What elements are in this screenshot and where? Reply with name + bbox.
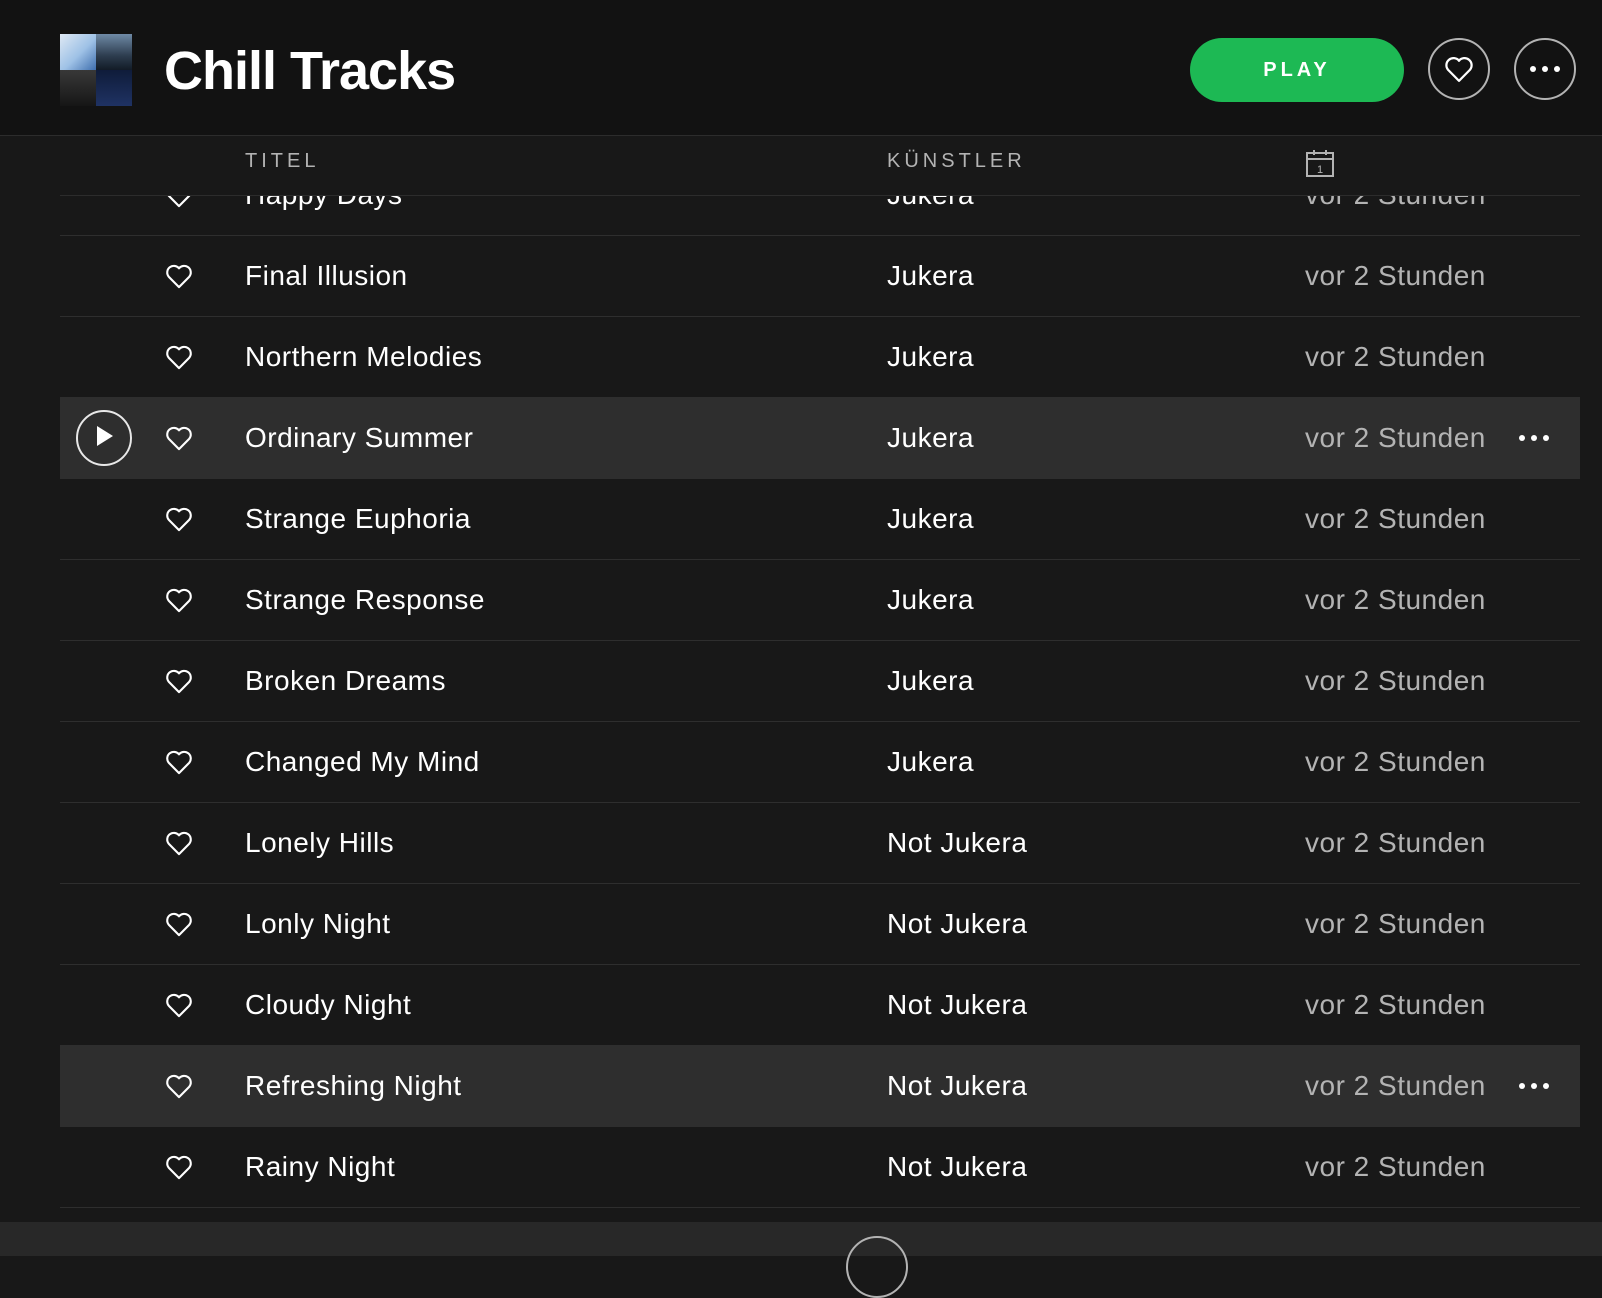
- track-added: vor 2 Stunden: [1305, 1151, 1486, 1182]
- track-row[interactable]: Cloudy Night Not Jukera vor 2 Stunden: [60, 965, 1580, 1046]
- track-more-button[interactable]: [1514, 424, 1554, 452]
- track-artist[interactable]: Jukera: [887, 341, 974, 373]
- track-row[interactable]: Final Illusion Jukera vor 2 Stunden: [60, 236, 1580, 317]
- more-options-button[interactable]: [1514, 38, 1576, 100]
- track-artist[interactable]: Not Jukera: [887, 989, 1027, 1021]
- track-more-button[interactable]: [1514, 1072, 1554, 1100]
- cover-tile: [60, 70, 96, 106]
- track-row[interactable]: Lonly Night Not Jukera vor 2 Stunden: [60, 884, 1580, 965]
- track-title: Strange Response: [245, 584, 485, 615]
- playlist-cover: [60, 34, 132, 106]
- track-title: Lonly Night: [245, 908, 391, 939]
- track-added: vor 2 Stunden: [1305, 665, 1486, 696]
- more-icon: [1517, 1077, 1551, 1095]
- heart-icon: [1445, 57, 1473, 82]
- track-title: Northern Melodies: [245, 341, 483, 372]
- track-title: Broken Dreams: [245, 665, 447, 696]
- track-added: vor 2 Stunden: [1305, 503, 1486, 534]
- track-added: vor 2 Stunden: [1305, 908, 1486, 939]
- heart-icon[interactable]: [165, 344, 193, 370]
- heart-icon[interactable]: [165, 425, 193, 451]
- cover-tile: [96, 70, 132, 106]
- track-added: vor 2 Stunden: [1305, 1070, 1486, 1101]
- heart-icon[interactable]: [165, 911, 193, 937]
- heart-icon[interactable]: [165, 830, 193, 856]
- heart-icon[interactable]: [165, 992, 193, 1018]
- track-title: Changed My Mind: [245, 746, 480, 777]
- column-header: TITEL KÜNSTLER 1: [60, 136, 1580, 196]
- playlist-title: Chill Tracks: [164, 41, 456, 101]
- track-artist[interactable]: Jukera: [887, 503, 974, 535]
- track-row[interactable]: Rainy Night Not Jukera vor 2 Stunden: [60, 1127, 1580, 1208]
- heart-icon[interactable]: [165, 749, 193, 775]
- more-icon: [1517, 429, 1551, 447]
- track-title: Ordinary Summer: [245, 422, 474, 453]
- track-title: Cloudy Night: [245, 989, 412, 1020]
- track-artist[interactable]: Jukera: [887, 260, 974, 292]
- cover-tile: [96, 34, 132, 70]
- play-button[interactable]: PLAY: [1190, 38, 1404, 102]
- track-row[interactable]: Changed My Mind Jukera vor 2 Stunden: [60, 722, 1580, 803]
- track-artist[interactable]: Not Jukera: [887, 1151, 1027, 1183]
- track-added: vor 2 Stunden: [1305, 584, 1486, 615]
- track-added: vor 2 Stunden: [1305, 422, 1486, 453]
- more-icon: [1530, 66, 1560, 72]
- track-artist[interactable]: Not Jukera: [887, 908, 1027, 940]
- heart-icon[interactable]: [165, 1073, 193, 1099]
- heart-icon[interactable]: [165, 668, 193, 694]
- track-artist[interactable]: Not Jukera: [887, 1070, 1027, 1102]
- column-title[interactable]: TITEL: [245, 150, 319, 173]
- track-row[interactable]: Refreshing Night Not Jukera vor 2 Stunden: [60, 1046, 1580, 1127]
- track-title: Strange Euphoria: [245, 503, 471, 534]
- track-title: Happy Days: [245, 196, 403, 211]
- track-artist[interactable]: Jukera: [887, 422, 974, 454]
- track-artist[interactable]: Jukera: [887, 196, 974, 211]
- track-artist[interactable]: Jukera: [887, 665, 974, 697]
- track-title: Refreshing Night: [245, 1070, 462, 1101]
- heart-icon[interactable]: [165, 1154, 193, 1180]
- track-row[interactable]: Strange Euphoria Jukera vor 2 Stunden: [60, 479, 1580, 560]
- track-title: Rainy Night: [245, 1151, 396, 1182]
- track-added: vor 2 Stunden: [1305, 746, 1486, 777]
- track-title: Lonely Hills: [245, 827, 395, 858]
- track-row[interactable]: Strange Response Jukera vor 2 Stunden: [60, 560, 1580, 641]
- column-artist[interactable]: KÜNSTLER: [887, 150, 1026, 173]
- footer-bar: [0, 1222, 1602, 1298]
- track-added: vor 2 Stunden: [1305, 341, 1486, 372]
- cover-tile: [60, 34, 96, 70]
- track-row[interactable]: Lonely Hills Not Jukera vor 2 Stunden: [60, 803, 1580, 884]
- heart-icon[interactable]: [165, 587, 193, 613]
- heart-icon[interactable]: [165, 196, 193, 208]
- track-artist[interactable]: Jukera: [887, 746, 974, 778]
- like-playlist-button[interactable]: [1428, 38, 1490, 100]
- play-track-button[interactable]: [76, 410, 132, 466]
- track-title: Final Illusion: [245, 260, 408, 291]
- track-added: vor 2 Stunden: [1305, 827, 1486, 858]
- play-icon: [93, 424, 115, 453]
- track-added: vor 2 Stunden: [1305, 260, 1486, 291]
- track-row[interactable]: Broken Dreams Jukera vor 2 Stunden: [60, 641, 1580, 722]
- heart-icon[interactable]: [165, 506, 193, 532]
- heart-icon[interactable]: [165, 263, 193, 289]
- track-row[interactable]: Northern Melodies Jukera vor 2 Stunden: [60, 317, 1580, 398]
- svg-text:1: 1: [1317, 164, 1323, 176]
- track-row[interactable]: Ordinary Summer Jukera vor 2 Stunden: [60, 398, 1580, 479]
- track-list: Happy DaysJukeravor 2 StundenFinal Illus…: [60, 196, 1580, 1222]
- playlist-header: Chill Tracks PLAY: [0, 0, 1602, 136]
- track-artist[interactable]: Jukera: [887, 584, 974, 616]
- track-added: vor 2 Stunden: [1305, 196, 1486, 211]
- track-artist[interactable]: Not Jukera: [887, 827, 1027, 859]
- track-row[interactable]: Happy Days Jukera vor 2 Stunden: [60, 196, 1580, 236]
- calendar-icon[interactable]: 1: [1305, 148, 1335, 183]
- track-added: vor 2 Stunden: [1305, 989, 1486, 1020]
- scroll-handle[interactable]: [846, 1236, 908, 1298]
